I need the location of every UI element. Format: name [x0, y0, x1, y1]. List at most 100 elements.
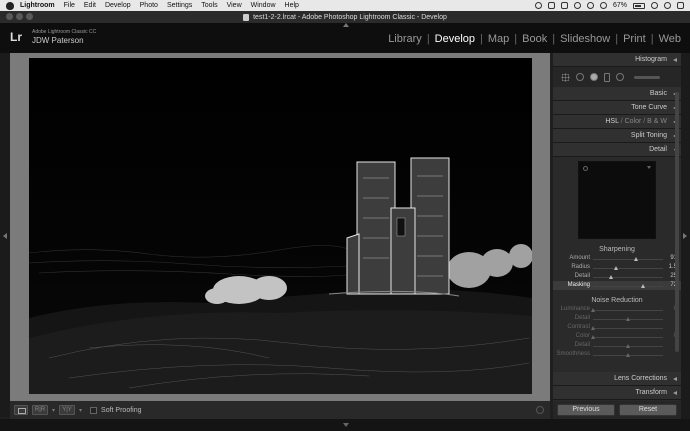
menu-photo[interactable]: Photo [140, 2, 158, 9]
identity-name: JDW Paterson [32, 36, 84, 45]
menu-window[interactable]: Window [251, 2, 276, 9]
chevron-down-icon[interactable]: ▾ [79, 407, 82, 414]
loupe-view-button[interactable] [14, 405, 28, 415]
slider-row[interactable]: Radius 1.5 [553, 263, 681, 272]
slider-row[interactable]: Contrast [553, 323, 681, 332]
menu-view[interactable]: View [227, 2, 242, 9]
time-machine-icon[interactable] [573, 2, 581, 9]
apple-icon[interactable] [6, 1, 14, 10]
slider-row[interactable]: Amount 91 [553, 254, 681, 263]
before-after-button[interactable]: R|R [32, 405, 48, 415]
close-window-button[interactable] [6, 13, 13, 20]
user-icon[interactable] [651, 2, 658, 9]
right-panel-toggle-icon[interactable] [683, 233, 687, 239]
panel-header-detail[interactable]: Detail [553, 143, 681, 157]
slider-thumb[interactable] [591, 326, 595, 330]
module-library[interactable]: Library [383, 33, 427, 45]
slider-track[interactable] [593, 277, 663, 278]
slider-track[interactable] [593, 286, 663, 287]
panel-header-tone-curve[interactable]: Tone Curve [553, 101, 681, 115]
slider-thumb[interactable] [608, 275, 613, 279]
chevron-down-icon[interactable]: ▾ [52, 407, 55, 414]
noise-reduction-sliders: Luminance0DetailContrastColor0DetailSmoo… [553, 305, 681, 359]
target-icon[interactable] [583, 166, 588, 171]
radial-filter-icon[interactable] [616, 73, 624, 81]
panel-header-lens-corrections[interactable]: Lens Corrections [553, 372, 681, 386]
wifi-icon[interactable] [586, 2, 594, 9]
menu-tools[interactable]: Tools [201, 2, 217, 9]
previous-button[interactable]: Previous [557, 404, 615, 416]
menu-settings[interactable]: Settings [167, 2, 192, 9]
hsl-label[interactable]: HSL [605, 118, 618, 125]
spotlight-icon[interactable] [664, 2, 671, 9]
panel-header-hsl[interactable]: HSL / Color / B & W [553, 115, 681, 129]
soft-proofing-checkbox[interactable] [90, 406, 98, 414]
module-slideshow[interactable]: Slideshow [555, 33, 615, 45]
panel-header-transform[interactable]: Transform [553, 386, 681, 400]
photo-preview[interactable] [29, 58, 532, 394]
panel-header-split-toning[interactable]: Split Toning [553, 129, 681, 143]
toolbar-menu-icon[interactable] [536, 406, 544, 414]
detail-label: Detail [649, 146, 667, 153]
reset-button[interactable]: Reset [619, 404, 677, 416]
menu-edit[interactable]: Edit [84, 2, 96, 9]
slider-row[interactable]: Smoothness [553, 350, 681, 359]
menu-develop[interactable]: Develop [105, 2, 131, 9]
slider-row[interactable]: Detail 25 [553, 272, 681, 281]
slider-row[interactable]: Detail [553, 314, 681, 323]
red-eye-icon[interactable] [590, 73, 598, 81]
right-panel-scrollbar[interactable] [675, 92, 679, 352]
slider-thumb[interactable] [614, 266, 619, 270]
basic-label: Basic [649, 90, 667, 97]
slider-track[interactable] [593, 328, 663, 329]
slider-row[interactable]: Detail [553, 341, 681, 350]
slider-row[interactable]: Masking 72 [553, 281, 681, 290]
notification-center-icon[interactable] [677, 2, 684, 9]
volume-icon[interactable] [599, 2, 607, 9]
detail-preview[interactable] [578, 161, 656, 239]
preview-toggle-icon[interactable] [647, 166, 651, 169]
before-after-swap-button[interactable]: Y|Y [59, 405, 76, 415]
top-panel-toggle-icon[interactable] [343, 23, 349, 27]
adjustment-brush-icon[interactable] [634, 75, 660, 79]
module-print[interactable]: Print [618, 33, 651, 45]
menu-help[interactable]: Help [285, 2, 299, 9]
slider-thumb[interactable] [591, 335, 595, 339]
slider-track[interactable] [593, 259, 663, 260]
module-web[interactable]: Web [654, 33, 686, 45]
module-develop[interactable]: Develop [430, 33, 480, 45]
document-icon [243, 13, 250, 21]
status-icon[interactable] [534, 2, 542, 9]
battery-icon[interactable] [633, 2, 645, 9]
slider-row[interactable]: Luminance0 [553, 305, 681, 314]
bw-label[interactable]: B & W [647, 118, 667, 125]
module-book[interactable]: Book [517, 33, 552, 45]
bottom-panel-toggle-icon[interactable] [343, 423, 349, 427]
slider-thumb[interactable] [626, 344, 630, 348]
image-canvas[interactable] [10, 53, 550, 401]
status-icon[interactable] [547, 2, 555, 9]
module-map[interactable]: Map [483, 33, 514, 45]
slider-thumb[interactable] [641, 284, 646, 288]
panel-header-basic[interactable]: Basic [553, 87, 681, 101]
panel-header-histogram[interactable]: Histogram [553, 53, 681, 67]
slider-track[interactable] [593, 310, 663, 311]
color-label[interactable]: Color [625, 118, 642, 125]
slider-thumb[interactable] [626, 317, 630, 321]
slider-row[interactable]: Color0 [553, 332, 681, 341]
menu-lightroom[interactable]: Lightroom [20, 2, 55, 9]
slider-track[interactable] [593, 337, 663, 338]
slider-thumb[interactable] [626, 353, 630, 357]
graduated-filter-icon[interactable] [604, 72, 610, 82]
slider-thumb[interactable] [591, 308, 595, 312]
spot-removal-icon[interactable] [576, 73, 584, 81]
left-panel-toggle-icon[interactable] [3, 233, 7, 239]
minimize-window-button[interactable] [16, 13, 23, 20]
crop-grid-icon[interactable] [561, 72, 570, 82]
airplay-icon[interactable] [560, 2, 568, 9]
menu-file[interactable]: File [64, 2, 75, 9]
slider-track[interactable] [593, 268, 663, 269]
histogram-label: Histogram [635, 56, 667, 63]
zoom-window-button[interactable] [26, 13, 33, 20]
slider-thumb[interactable] [633, 257, 638, 261]
